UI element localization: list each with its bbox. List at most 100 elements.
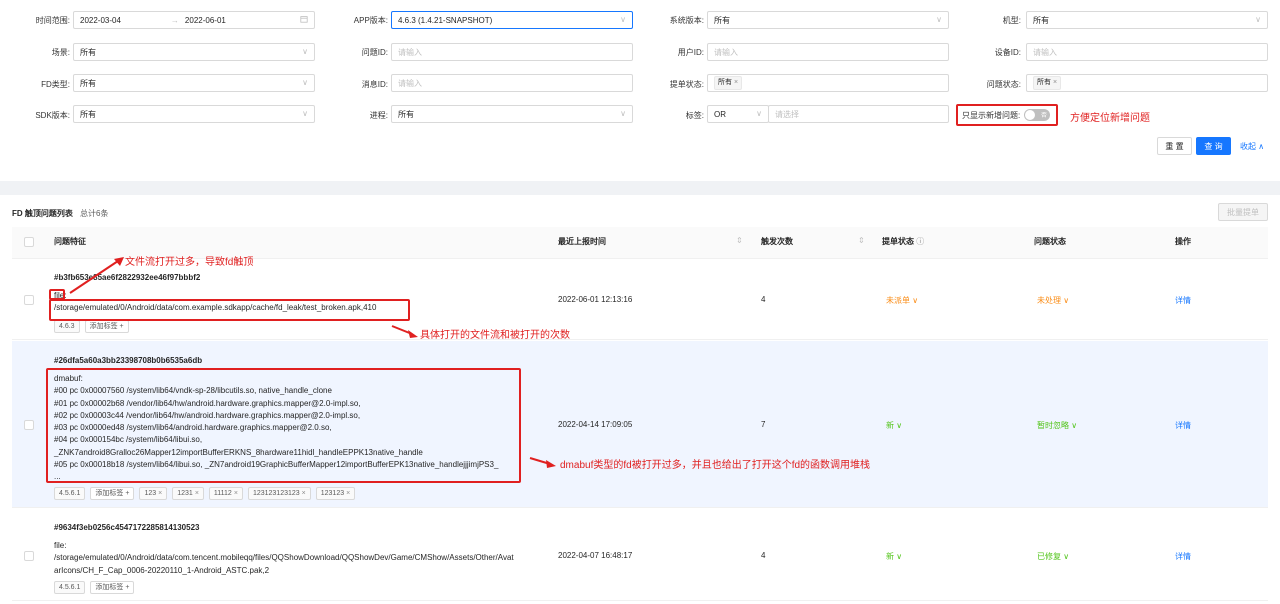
- fd-type-select[interactable]: 所有 ∨: [73, 74, 315, 92]
- range-arrow: →: [170, 15, 179, 25]
- annotation-box-path: [49, 299, 410, 321]
- sort-icon[interactable]: ⇕: [858, 236, 865, 245]
- last-report-time: 2022-04-07 16:48:17: [558, 551, 633, 560]
- calendar-icon: [300, 15, 308, 25]
- help-icon[interactable]: ⓘ: [916, 237, 924, 246]
- tag-text: 1231: [177, 490, 193, 497]
- scene-select[interactable]: 所有 ∨: [73, 43, 315, 61]
- annotation-box-stack: [46, 368, 521, 483]
- issue-id-input[interactable]: 请输入: [391, 43, 633, 61]
- model-select[interactable]: 所有 ∨: [1026, 11, 1268, 29]
- add-tag-button[interactable]: 添加标签 +: [84, 320, 129, 333]
- tag[interactable]: 123123 ×: [315, 487, 356, 500]
- issue-status-tag[interactable]: 所有 ×: [1033, 76, 1062, 90]
- chevron-down-icon: ∨: [302, 47, 308, 56]
- os-version-select[interactable]: 所有 ∨: [707, 11, 949, 29]
- col-ticket: 提单状态 ⓘ: [882, 237, 925, 246]
- add-tag-button[interactable]: 添加标签 +: [90, 581, 135, 594]
- process-select[interactable]: 所有 ∨: [391, 105, 633, 123]
- row-checkbox[interactable]: [24, 420, 34, 430]
- issue-status-dropdown[interactable]: 未处理 ∨: [1037, 295, 1069, 306]
- close-icon[interactable]: ×: [1053, 79, 1057, 86]
- collapse-link[interactable]: 收起 ∧: [1240, 141, 1264, 152]
- batch-ticket-button[interactable]: 批量提单: [1218, 203, 1268, 221]
- close-icon[interactable]: ×: [195, 490, 199, 497]
- add-tag-button[interactable]: 添加标签 +: [90, 487, 135, 500]
- message-id-label: 消息ID:: [361, 80, 388, 89]
- time-range-picker[interactable]: 2022-03-04 → 2022-06-01: [73, 11, 315, 29]
- feature-line: file:: [54, 541, 67, 550]
- sdk-version-select[interactable]: 所有 ∨: [73, 105, 315, 123]
- issue-hash[interactable]: #26dfa5a60a3bb23398708b0b6535a6db: [54, 356, 202, 365]
- col-last-report[interactable]: 最近上报时间: [558, 236, 606, 247]
- issue-status-select[interactable]: 所有 ×: [1026, 74, 1268, 92]
- details-link[interactable]: 详情: [1175, 295, 1191, 306]
- close-icon[interactable]: ×: [734, 79, 738, 86]
- close-icon[interactable]: ×: [158, 490, 162, 497]
- tags-placeholder: 请选择: [775, 109, 799, 119]
- tag[interactable]: 11112 ×: [208, 487, 243, 500]
- row-tags: 4.5.6.1 添加标签 + 123 × 1231 × 11112 × 1231231…: [54, 487, 356, 500]
- tag[interactable]: 1231 ×: [172, 487, 204, 500]
- issue-status-label: 问题状态:: [986, 80, 1021, 89]
- issue-status-dropdown[interactable]: 暂时忽略 ∨: [1037, 420, 1077, 431]
- list-title: FD 触顶问题列表: [12, 209, 73, 218]
- app-version-select[interactable]: 4.6.3 (1.4.21-SNAPSHOT) ∨: [391, 11, 633, 29]
- device-id-label: 设备ID:: [994, 48, 1021, 57]
- close-icon[interactable]: ×: [234, 490, 238, 497]
- tag[interactable]: 4.6.3: [54, 320, 80, 333]
- issue-status-dropdown[interactable]: 已修复 ∨: [1037, 551, 1069, 562]
- annotation-dmabuf: dmabuf类型的fd被打开过多，并且也给出了打开这个fd的函数调用堆栈: [560, 460, 871, 471]
- tag[interactable]: 123123123123 ×: [247, 487, 311, 500]
- col-count[interactable]: 触发次数: [761, 236, 793, 247]
- tag-text: 123: [144, 490, 157, 497]
- close-icon[interactable]: ×: [302, 490, 306, 497]
- ticket-status-dropdown[interactable]: 新 ∨: [886, 420, 902, 431]
- message-id-input[interactable]: 请输入: [391, 74, 633, 92]
- feature-line: /storage/emulated/0/Android/data/com.ten…: [54, 553, 514, 563]
- row-checkbox[interactable]: [24, 295, 34, 305]
- row-checkbox[interactable]: [24, 551, 34, 561]
- issue-id-label: 问题ID:: [361, 48, 388, 57]
- time-range-end: 2022-06-01: [184, 15, 226, 25]
- tag[interactable]: 123 ×: [139, 487, 168, 500]
- details-link[interactable]: 详情: [1175, 420, 1191, 431]
- close-icon[interactable]: ×: [346, 490, 350, 497]
- annotation-arrow: [529, 457, 556, 468]
- issue-hash[interactable]: #9634f3eb0256c45471722858141305​23: [54, 523, 199, 532]
- chevron-down-icon: ∨: [1255, 15, 1261, 24]
- chevron-down-icon: ∨: [302, 109, 308, 118]
- details-link[interactable]: 详情: [1175, 551, 1191, 562]
- device-id-input[interactable]: 请输入: [1026, 43, 1268, 61]
- time-range-label: 时间范围:: [35, 16, 70, 25]
- ticket-status-tag[interactable]: 所有 ×: [714, 76, 743, 90]
- sdk-version-label: SDK版本:: [35, 111, 70, 120]
- ticket-status-select[interactable]: 所有 ×: [707, 74, 949, 92]
- annotation-file-count: 具体打开的文件流和被打开的次数: [420, 330, 570, 341]
- tag[interactable]: 4.5.6.1: [54, 487, 86, 500]
- tag[interactable]: 4.5.6.1: [54, 581, 86, 594]
- sort-icon[interactable]: ⇕: [736, 236, 743, 245]
- last-report-time: 2022-06-01 12:13:16: [558, 295, 633, 304]
- annotation-new-only: 方便定位新增问题: [1070, 113, 1150, 124]
- annotation-fd-overflow: 文件流打开过多，导致fd触顶: [125, 257, 254, 268]
- chevron-down-icon: ∨: [620, 109, 626, 118]
- section-divider: [0, 181, 1280, 195]
- trigger-count: 7: [761, 420, 766, 429]
- ticket-status-dropdown[interactable]: 新 ∨: [886, 551, 902, 562]
- tags-operator-select[interactable]: OR ∨: [707, 105, 769, 123]
- process-value: 所有: [398, 109, 414, 119]
- select-all-checkbox[interactable]: [24, 237, 34, 247]
- issue-id-placeholder: 请输入: [398, 47, 422, 57]
- issue-feature: file: /storage/emulated/0/Android/data/c…: [54, 540, 514, 577]
- tags-select[interactable]: 请选择: [768, 105, 949, 123]
- chevron-down-icon: ∨: [620, 15, 626, 24]
- annotation-box-new-only: [956, 104, 1058, 126]
- user-id-input[interactable]: 请输入: [707, 43, 949, 61]
- tags-operator-value: OR: [714, 109, 726, 119]
- reset-button[interactable]: 重 置: [1157, 137, 1192, 155]
- ticket-status-dropdown[interactable]: 未派单 ∨: [886, 295, 918, 306]
- query-button[interactable]: 查 询: [1196, 137, 1231, 155]
- os-version-label: 系统版本:: [669, 16, 704, 25]
- annotation-arrow: [69, 257, 124, 294]
